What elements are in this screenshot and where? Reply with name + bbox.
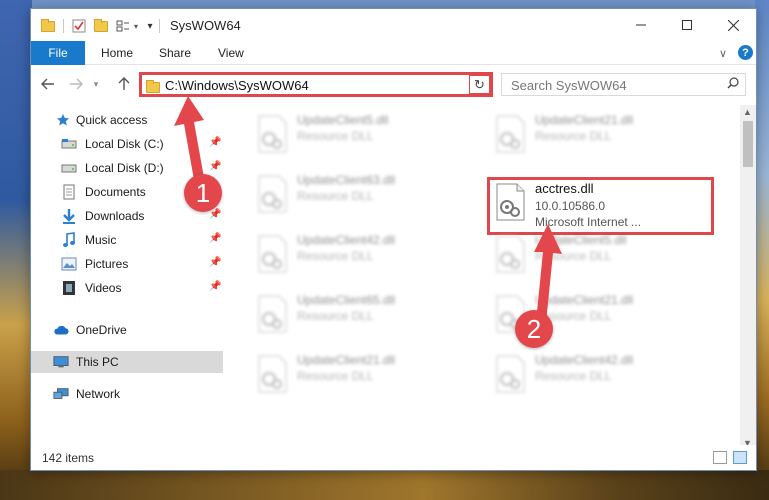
dll-file-icon xyxy=(258,355,287,393)
folder-icon xyxy=(146,80,160,93)
sidebar-item-pictures[interactable]: Pictures 📌 xyxy=(31,253,223,275)
desktop-background-bottom xyxy=(0,470,769,500)
maximize-icon xyxy=(682,20,692,30)
dll-file-icon xyxy=(496,115,525,153)
desktop-background-left xyxy=(0,0,32,500)
sidebar-item-music[interactable]: Music 📌 xyxy=(31,229,223,251)
downloads-icon xyxy=(61,208,77,224)
file-explorer-window: ▾ ▾ SysWOW64 File Home Share View ∨ ? ▾ xyxy=(30,8,757,471)
quick-access-toolbar-dropdown-icon[interactable]: ▾ xyxy=(145,18,155,34)
folder-icon[interactable] xyxy=(40,18,56,34)
status-bar: 142 items xyxy=(31,445,756,470)
divider xyxy=(63,19,64,33)
file-item[interactable]: UpdateClient5.dll Resource DLL xyxy=(249,109,479,159)
vertical-scrollbar[interactable]: ▲ ▼ xyxy=(740,105,756,452)
scrollbar-thumb[interactable] xyxy=(743,121,753,167)
up-arrow-icon xyxy=(118,77,130,90)
music-icon xyxy=(61,232,77,248)
file-item[interactable]: UpdateClient21.dll Resource DLL xyxy=(249,349,479,399)
dll-file-icon xyxy=(258,175,287,213)
desktop-background-right xyxy=(755,0,769,500)
dll-file-icon xyxy=(258,115,287,153)
star-icon xyxy=(55,112,71,128)
minimize-button[interactable] xyxy=(618,9,664,41)
file-item[interactable]: UpdateClient42.dll Resource DLL xyxy=(249,229,479,279)
tab-file[interactable]: File xyxy=(31,41,85,65)
help-icon[interactable]: ? xyxy=(738,45,753,60)
back-button[interactable] xyxy=(39,75,57,93)
drive-icon xyxy=(61,136,77,152)
tab-view[interactable]: View xyxy=(218,41,244,65)
step-2-badge: 2 xyxy=(515,310,553,348)
item-count: 142 items xyxy=(42,451,95,465)
sidebar-item-this-pc[interactable]: This PC xyxy=(31,351,223,373)
computer-icon xyxy=(53,354,69,370)
pin-icon: 📌 xyxy=(209,257,222,268)
ribbon-tabs: File Home Share View ∨ ? xyxy=(31,41,756,65)
recent-locations-icon[interactable]: ▾ xyxy=(87,75,105,93)
pictures-icon xyxy=(61,256,77,272)
details-view-button[interactable] xyxy=(713,451,727,464)
file-item[interactable]: UpdateClient65.dll Resource DLL xyxy=(249,289,479,339)
window-title: SysWOW64 xyxy=(170,18,241,33)
navigation-bar: ▾ C:\Windows\SysWOW64 ∨ ↻ Search SysWOW6… xyxy=(31,66,756,102)
sidebar-item-videos[interactable]: Videos 📌 xyxy=(31,277,223,299)
search-placeholder: Search SysWOW64 xyxy=(511,78,627,93)
address-path: C:\Windows\SysWOW64 xyxy=(165,78,309,93)
minimize-icon xyxy=(636,24,646,26)
pin-icon: 📌 xyxy=(209,281,222,292)
step-1-badge: 1 xyxy=(184,174,222,212)
close-icon xyxy=(727,19,739,31)
dll-file-icon xyxy=(496,183,525,221)
file-name: acctres.dll xyxy=(535,181,594,196)
sidebar-item-network[interactable]: Network xyxy=(31,383,223,405)
up-button[interactable] xyxy=(115,75,133,93)
network-icon xyxy=(53,386,69,402)
scroll-up-icon[interactable]: ▲ xyxy=(743,107,752,117)
title-bar: ▾ ▾ SysWOW64 xyxy=(31,9,756,41)
drive-icon xyxy=(61,160,77,176)
back-arrow-icon xyxy=(41,78,54,90)
tiles-view-button[interactable] xyxy=(733,451,747,464)
dll-file-icon xyxy=(258,295,287,333)
new-folder-icon[interactable] xyxy=(93,18,109,34)
tab-share[interactable]: Share xyxy=(159,41,191,65)
documents-icon xyxy=(61,184,77,200)
close-button[interactable] xyxy=(710,9,756,41)
file-list: UpdateClient5.dll Resource DLL UpdateCli… xyxy=(227,105,741,445)
dll-file-icon xyxy=(496,355,525,393)
file-version: 10.0.10586.0 xyxy=(535,199,606,213)
cloud-icon xyxy=(53,322,69,338)
search-icon xyxy=(727,77,739,89)
properties-icon[interactable] xyxy=(71,18,87,34)
refresh-button[interactable]: ↻ xyxy=(469,74,491,95)
chevron-down-icon[interactable]: ▾ xyxy=(131,18,141,34)
forward-arrow-icon xyxy=(70,78,83,90)
maximize-button[interactable] xyxy=(664,9,710,41)
tab-home[interactable]: Home xyxy=(101,41,133,65)
videos-icon xyxy=(61,280,77,296)
file-item[interactable]: UpdateClient42.dll Resource DLL xyxy=(487,349,717,399)
expand-ribbon-icon[interactable]: ∨ xyxy=(719,41,727,65)
divider xyxy=(159,19,160,33)
forward-button[interactable] xyxy=(67,75,85,93)
file-item[interactable]: UpdateClient63.dll Resource DLL xyxy=(249,169,479,219)
search-input[interactable]: Search SysWOW64 xyxy=(501,73,746,96)
file-item[interactable]: UpdateClient21.dll Resource DLL xyxy=(487,109,717,159)
pin-icon: 📌 xyxy=(209,233,222,244)
sidebar-item-onedrive[interactable]: OneDrive xyxy=(31,319,223,341)
refresh-icon: ↻ xyxy=(474,76,485,92)
dll-file-icon xyxy=(258,235,287,273)
customize-icon[interactable] xyxy=(115,18,131,34)
